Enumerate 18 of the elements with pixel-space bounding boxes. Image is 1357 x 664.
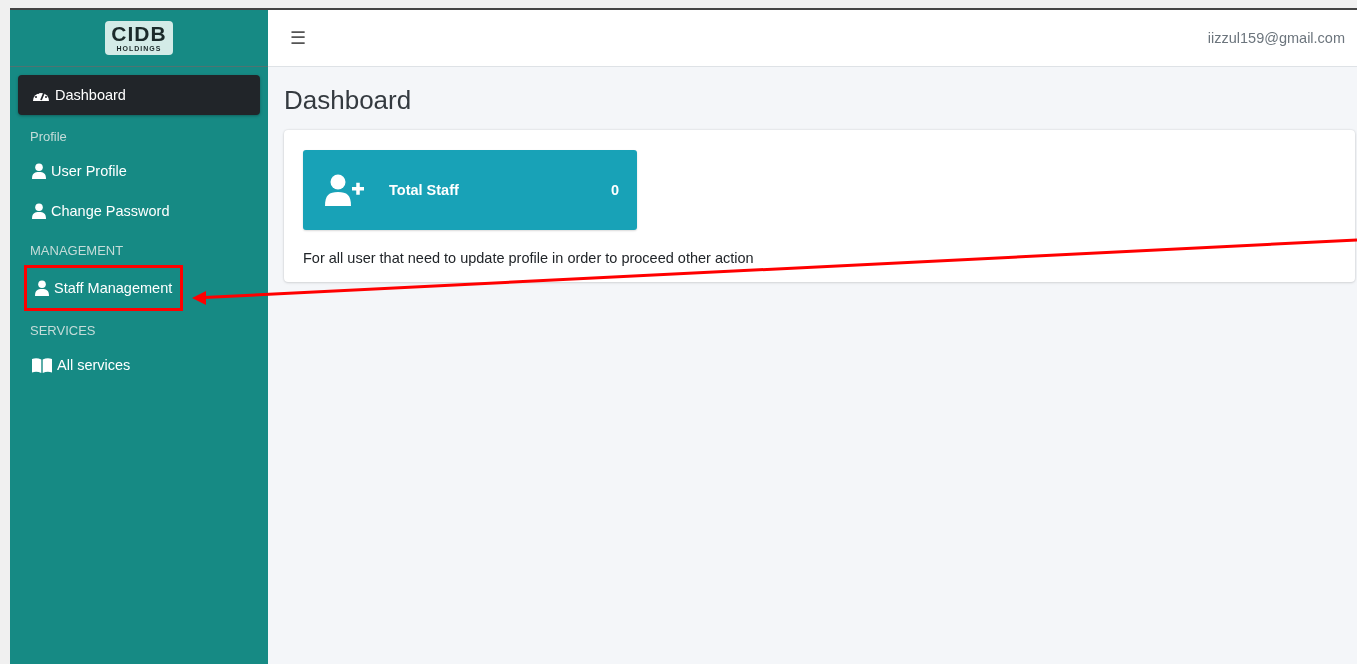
user-icon [35, 280, 49, 296]
info-box: Total Staff 0 [303, 150, 637, 230]
user-icon [32, 163, 46, 179]
user-plus-icon [325, 174, 365, 206]
nav-section-header: MANAGEMENT [29, 242, 125, 260]
nav-item[interactable]: Dashboard [18, 75, 260, 115]
nav-section-header: Profile [29, 128, 68, 146]
page-title: Dashboard [284, 85, 413, 116]
nav-section-header: SERVICES [29, 322, 97, 340]
nav-item[interactable]: Staff Management [24, 265, 184, 311]
menu-icon[interactable]: ☰ [290, 27, 306, 49]
info-text: For all user that need to update profile in order to proceed other action [303, 250, 755, 266]
user-email[interactable]: iizzul159@gmail.com [1207, 30, 1345, 46]
nav-item[interactable]: Change Password [18, 191, 260, 231]
book-icon [32, 357, 52, 373]
nav-item[interactable]: User Profile [18, 151, 260, 191]
nav-item[interactable]: All services [18, 345, 260, 385]
user-icon [32, 203, 46, 219]
